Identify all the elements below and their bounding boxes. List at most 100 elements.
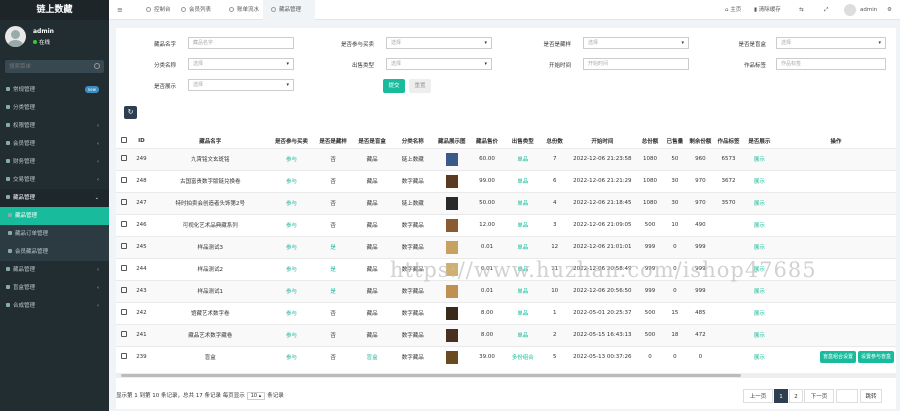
sidebar-subitem-collection-manage[interactable]: 藏品管理 (0, 207, 109, 225)
cell-select[interactable] (116, 169, 132, 192)
top-avatar[interactable] (844, 4, 856, 16)
sidebar-item-finance[interactable]: 财务管理 ‹ (0, 153, 109, 171)
col-header[interactable]: 操作 (776, 135, 896, 148)
table-row[interactable]: 242 馆藏艺术数字卷 参与否藏品 数字藏品 8.00 单品 1 2022-05-01 20:… (116, 301, 896, 324)
blindbox-setting-button[interactable]: 盲盒组合设置 (819, 351, 856, 364)
cell-image[interactable] (433, 147, 471, 170)
clear-cache-button[interactable]: ▮ 清除缓存 (754, 0, 781, 20)
col-header[interactable]: 作品标签 (714, 135, 743, 148)
row-checkbox[interactable] (120, 309, 127, 315)
page-2-button[interactable]: 2 (789, 389, 803, 403)
col-header[interactable]: 藏品售价 (470, 135, 504, 148)
reset-button[interactable]: 重置 (409, 79, 431, 93)
filter-saletype-select[interactable]: 选择 ▾ (386, 58, 492, 70)
app-logo[interactable]: 链上数藏 (0, 0, 109, 20)
hamburger-icon[interactable]: ≡ (117, 6, 123, 14)
table-row[interactable]: 243 样品测试1 参与是藏品 数字藏品 0.01 单品 10 2022-12-06 20:5… (116, 279, 896, 302)
horizontal-scrollbar[interactable] (116, 373, 896, 378)
jump-button[interactable]: 跳转 (860, 389, 882, 403)
refresh-button[interactable]: ↻ (124, 106, 137, 119)
cell-select[interactable] (116, 279, 132, 302)
col-header[interactable]: 出售类型 (504, 135, 542, 148)
cell-select[interactable] (116, 191, 132, 214)
cell-select[interactable] (116, 257, 132, 280)
row-checkbox[interactable] (120, 155, 127, 161)
col-header[interactable]: 是否展示 (743, 135, 776, 148)
row-checkbox[interactable] (120, 221, 127, 227)
col-header[interactable]: 藏品展示图 (433, 135, 470, 148)
col-header[interactable]: 总份额 (637, 135, 663, 148)
select-all-checkbox[interactable] (120, 137, 127, 144)
col-header[interactable]: 总份数 (542, 135, 568, 148)
layers-button[interactable]: ⇆ (799, 0, 804, 20)
filter-category-select[interactable]: 选择 ▾ (188, 58, 294, 70)
sidebar-item-category[interactable]: 分类管理 (0, 99, 109, 117)
page-1-button[interactable]: 1 (774, 389, 788, 403)
cell-select[interactable] (116, 323, 132, 346)
col-header[interactable]: 剩余份额 (687, 135, 714, 148)
sidebar-item-collections-2[interactable]: 藏品管理 ‹ (0, 261, 109, 279)
sidebar-item-compose[interactable]: 合成管理 ‹ (0, 297, 109, 315)
filter-name-input[interactable]: 藏品名字 (188, 37, 294, 49)
jump-page-input[interactable] (836, 389, 858, 403)
filter-blind-select[interactable]: 选择 ▾ (776, 37, 886, 49)
col-header[interactable]: ID (131, 135, 152, 148)
table-row[interactable]: 241 藏品艺术数字藏卷 参与否藏品 数字藏品 8.00 单品 2 2022-05-15 16… (116, 323, 896, 346)
row-checkbox[interactable] (120, 243, 127, 249)
sidebar-subitem-member-collections[interactable]: 会员藏品管理 (0, 243, 109, 261)
submit-button[interactable]: 提交 (383, 79, 405, 93)
sidebar-item-auth[interactable]: 权限管理 ‹ (0, 117, 109, 135)
collection-thumbnail[interactable] (445, 152, 458, 166)
col-header[interactable]: 藏品名字 (152, 135, 269, 148)
collection-thumbnail[interactable] (445, 196, 458, 210)
table-row[interactable]: 245 样品测试3 参与是藏品 数字藏品 0.01 单品 12 2022-12-06 21:0… (116, 235, 896, 258)
col-header[interactable]: 是否参与买卖 (269, 135, 315, 148)
cell-select[interactable] (116, 301, 132, 324)
table-row[interactable]: 239 盲盒 参与否盲盒 数字藏品 39.00 多份组合 5 2022-05-13 00:37… (116, 345, 896, 368)
next-page-button[interactable]: 下一页 (804, 389, 834, 403)
cell-select[interactable] (116, 147, 132, 170)
prev-page-button[interactable]: 上一页 (743, 389, 773, 403)
join-blindbox-button[interactable]: 设置参与盲盒 (857, 351, 894, 364)
cell-select[interactable] (116, 345, 132, 368)
table-row[interactable]: 248 古国富贵数字版链兑换卷 参与否藏品 数字藏品 99.00 单品 6 2022-12-0… (116, 169, 896, 192)
row-checkbox[interactable] (120, 287, 127, 293)
col-header[interactable]: 分类名称 (392, 135, 433, 148)
sidebar-item-members[interactable]: 会员管理 ‹ (0, 135, 109, 153)
sidebar-item-blindbox[interactable]: 盲盒管理 ‹ (0, 279, 109, 297)
filter-tag-input[interactable]: 作品标签 (776, 58, 886, 70)
row-checkbox[interactable] (120, 331, 127, 337)
per-page-select[interactable]: 10 ▴ (246, 392, 266, 400)
row-checkbox[interactable] (120, 177, 127, 183)
cell-image[interactable] (433, 301, 471, 324)
cell-image[interactable] (433, 169, 471, 192)
home-link[interactable]: ⌂ 主页 (725, 0, 741, 20)
collection-thumbnail[interactable] (445, 218, 458, 232)
tab-members[interactable]: 会员列表 (177, 0, 225, 20)
col-header[interactable]: 开始时间 (568, 135, 637, 148)
table-row[interactable]: 247 特时拍卖会创造者头饰第2号 参与否藏品 链上数藏 50.00 单品 4 2022-12… (116, 191, 896, 214)
search-icon[interactable] (94, 63, 100, 69)
col-header[interactable]: 已售量 (663, 135, 687, 148)
settings-button[interactable]: ⚙ (887, 0, 892, 20)
collection-thumbnail[interactable] (445, 306, 458, 320)
cell-image[interactable] (433, 235, 471, 258)
col-header[interactable]: 是否是藏样 (314, 135, 352, 148)
collection-thumbnail[interactable] (445, 284, 458, 298)
cell-image[interactable] (433, 191, 471, 214)
sidebar-item-trade[interactable]: 交易管理 ‹ (0, 171, 109, 189)
scrollbar-thumb[interactable] (121, 374, 741, 377)
row-checkbox[interactable] (120, 353, 127, 360)
sidebar-subitem-collection-orders[interactable]: 藏品订单管理 (0, 225, 109, 243)
cell-select[interactable] (116, 213, 132, 236)
tab-dashboard[interactable]: 控制台 (135, 0, 177, 20)
sidebar-item-collections[interactable]: 藏品管理 ⌄ (0, 189, 109, 207)
filter-sample-select[interactable]: 选择 ▾ (583, 37, 689, 49)
row-checkbox[interactable] (120, 265, 127, 271)
table-row[interactable]: 246 可视化艺术品典藏系列 参与否藏品 数字藏品 12.00 单品 3 2022-12-06… (116, 213, 896, 236)
row-checkbox[interactable] (120, 199, 127, 205)
tab-collections[interactable]: 藏品管理 (263, 0, 315, 20)
table-row[interactable]: 249 九霄铭文玄斑铭 参与否藏品 链上数藏 60.00 单品 7 2022-12-06 21… (116, 147, 896, 170)
sidebar-item-general[interactable]: 常规管理 new (0, 81, 109, 99)
top-username[interactable]: admin (860, 0, 877, 20)
